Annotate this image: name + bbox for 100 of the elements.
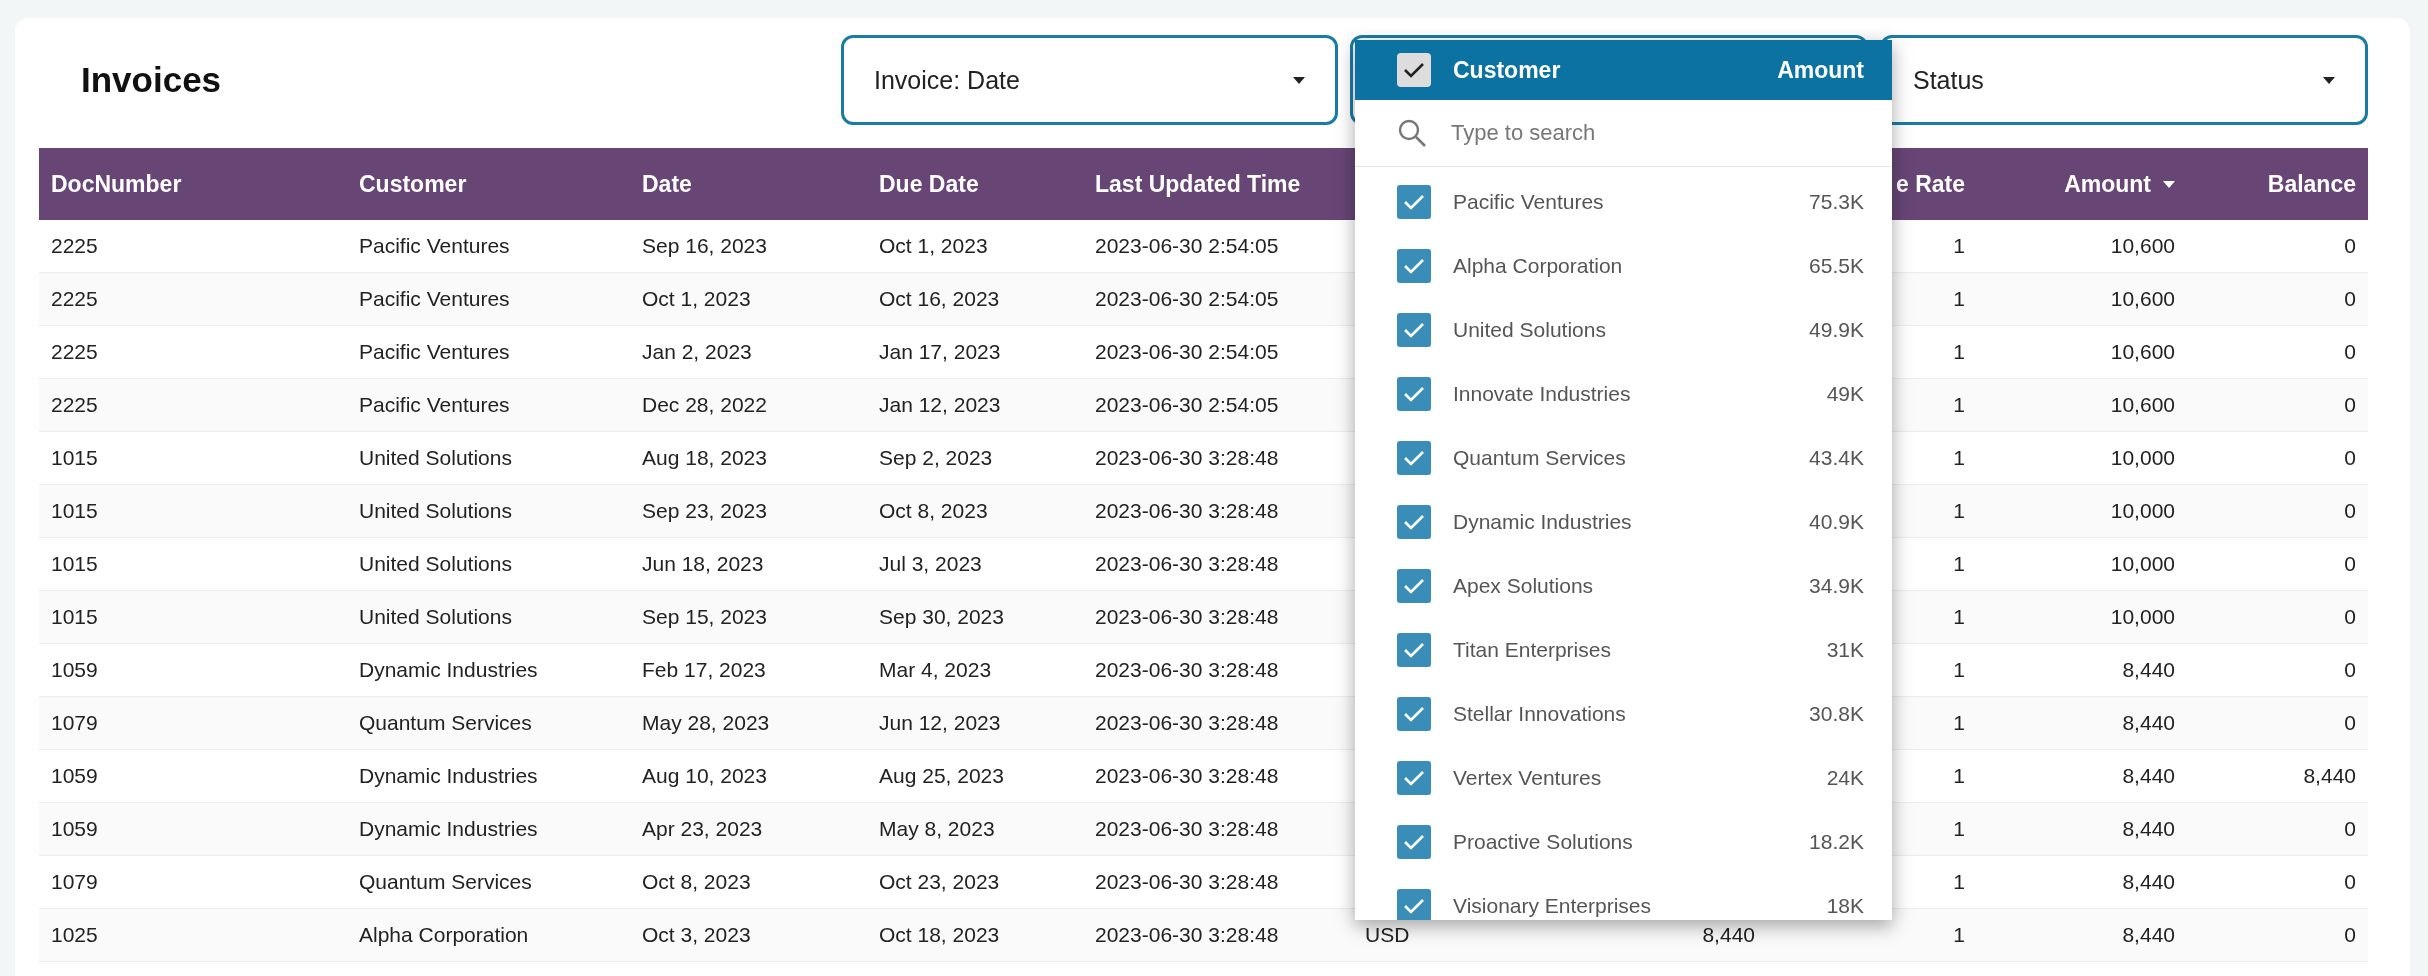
table-cell: United Solutions (359, 446, 512, 470)
table-cell: 8,440 (2122, 870, 2175, 894)
table-cell: 10,600 (2110, 393, 2175, 417)
table-cell: Pacific Ventures (359, 287, 510, 311)
table-cell: Quantum Services (359, 870, 532, 894)
table-cell: Oct 1, 2023 (879, 234, 988, 258)
table-cell: 0 (2344, 340, 2356, 364)
column-header[interactable]: Last Updated Time (1095, 170, 1301, 198)
table-cell: Jan 17, 2023 (879, 340, 1001, 364)
table-cell: 2225 (51, 234, 98, 258)
customer-option[interactable]: United Solutions 49.9K (1355, 298, 1892, 362)
table-cell: Dec 28, 2022 (642, 393, 767, 417)
checkbox[interactable] (1397, 377, 1431, 411)
customer-option[interactable]: Quantum Services 43.4K (1355, 426, 1892, 490)
table-cell: Dynamic Industries (359, 764, 538, 788)
checkbox[interactable] (1397, 825, 1431, 859)
column-header[interactable]: Amount (2064, 170, 2175, 198)
table-cell: 1 (1953, 764, 1965, 788)
checkbox[interactable] (1397, 185, 1431, 219)
customer-option[interactable]: Stellar Innovations 30.8K (1355, 682, 1892, 746)
table-cell: 0 (2344, 923, 2356, 947)
filter-dropdown[interactable]: Invoice: Date (841, 35, 1338, 125)
checkbox[interactable] (1397, 441, 1431, 475)
checkmark-icon (1403, 61, 1425, 79)
customer-option[interactable]: Apex Solutions 34.9K (1355, 554, 1892, 618)
table-cell: 1 (1953, 605, 1965, 629)
customer-option[interactable]: Dynamic Industries 40.9K (1355, 490, 1892, 554)
checkmark-icon (1403, 513, 1425, 531)
checkbox[interactable] (1397, 505, 1431, 539)
checkmark-icon (1403, 833, 1425, 851)
table-cell: 0 (2344, 287, 2356, 311)
table-cell: 8,440 (1702, 923, 1755, 947)
checkbox[interactable] (1397, 313, 1431, 347)
table-cell: 0 (2344, 446, 2356, 470)
table-cell: 1015 (51, 499, 98, 523)
column-header[interactable]: Date (642, 170, 692, 198)
customer-option[interactable]: Vertex Ventures 24K (1355, 746, 1892, 810)
column-header[interactable]: Due Date (879, 170, 979, 198)
checkmark-icon (1403, 769, 1425, 787)
table-cell: 2225 (51, 287, 98, 311)
column-header[interactable]: DocNumber (51, 170, 182, 198)
table-cell: 1 (1953, 393, 1965, 417)
column-header[interactable]: Balance (2267, 170, 2356, 198)
checkbox[interactable] (1397, 889, 1431, 920)
column-header[interactable]: e Rate (1895, 170, 1965, 198)
table-cell: 0 (2344, 234, 2356, 258)
customer-option[interactable]: Titan Enterprises 31K (1355, 618, 1892, 682)
checkbox[interactable] (1397, 697, 1431, 731)
table-cell: 1 (1953, 287, 1965, 311)
table-cell: 0 (2344, 552, 2356, 576)
table-cell: 0 (2344, 870, 2356, 894)
table-cell: 10,600 (2110, 340, 2175, 364)
column-header[interactable]: Customer (359, 170, 467, 198)
caret-icon (1293, 76, 1305, 84)
checkbox[interactable] (1397, 633, 1431, 667)
table-cell: Mar 4, 2023 (879, 658, 992, 682)
table-cell: Alpha Corporation (359, 923, 529, 947)
checkbox[interactable] (1397, 249, 1431, 283)
table-cell: United Solutions (359, 552, 512, 576)
table-cell: 0 (2344, 711, 2356, 735)
table-cell: 8,440 (2122, 764, 2175, 788)
customer-option[interactable]: Alpha Corporation 65.5K (1355, 234, 1892, 298)
table-cell: 1015 (51, 552, 98, 576)
table-cell: Aug 10, 2023 (642, 764, 767, 788)
table-cell: May 28, 2023 (642, 711, 770, 735)
table-cell: Quantum Services (359, 711, 532, 735)
checkbox[interactable] (1397, 761, 1431, 795)
table-cell: 1 (1953, 552, 1965, 576)
select-all-checkbox[interactable] (1397, 53, 1431, 87)
table-cell: 2023-06-30 3:28:48 (1095, 499, 1279, 523)
table-cell: 1079 (51, 870, 98, 894)
table-cell: Oct 8, 2023 (642, 870, 751, 894)
checkbox[interactable] (1397, 569, 1431, 603)
customer-option[interactable]: Innovate Industries 49K (1355, 362, 1892, 426)
dropdown-title: Customer (1453, 56, 1562, 84)
table-cell: 1 (1953, 817, 1965, 841)
page-title: Invoices (81, 60, 222, 100)
table-cell: Jul 3, 2023 (879, 552, 982, 576)
table-cell: Apr 23, 2023 (642, 817, 763, 841)
customer-option[interactable]: Proactive Solutions 18.2K (1355, 810, 1892, 874)
table-cell: Oct 18, 2023 (879, 923, 1000, 947)
table-cell: Dynamic Industries (359, 817, 538, 841)
table-cell: May 8, 2023 (879, 817, 995, 841)
table-cell: 1059 (51, 817, 98, 841)
table-cell: 0 (2344, 817, 2356, 841)
customer-option[interactable]: Pacific Ventures 75.3K (1355, 170, 1892, 234)
table-cell: 2023-06-30 3:28:48 (1095, 552, 1279, 576)
table-cell: 2023-06-30 3:28:48 (1095, 923, 1279, 947)
filter-dropdown[interactable]: Status (1880, 35, 2368, 125)
table-cell: Oct 23, 2023 (879, 870, 1000, 894)
customer-option[interactable]: Visionary Enterprises 18K (1355, 874, 1892, 920)
table-cell: 1 (1953, 446, 1965, 470)
sort-arrow-icon[interactable] (2163, 180, 2175, 188)
table-cell: 1 (1953, 234, 1965, 258)
table-cell: 2225 (51, 393, 98, 417)
table-cell: 1015 (51, 446, 98, 470)
table-cell: Sep 15, 2023 (642, 605, 767, 629)
table-cell: 2023-06-30 2:54:05 (1095, 234, 1279, 258)
table-cell: Sep 30, 2023 (879, 605, 1004, 629)
table-cell: Sep 23, 2023 (642, 499, 767, 523)
